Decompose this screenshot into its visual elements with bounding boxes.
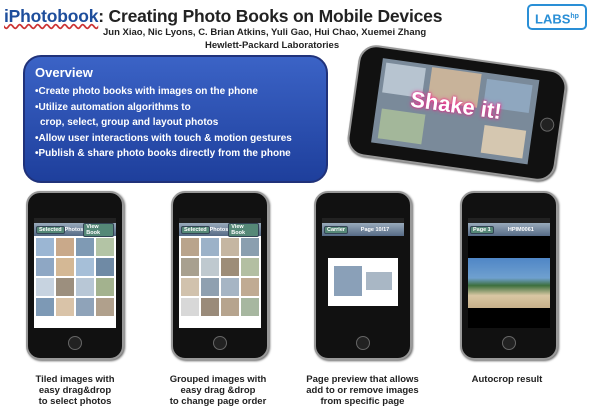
caption-line: from specific page: [320, 396, 405, 407]
photo-tile[interactable]: [181, 238, 199, 256]
photo-tile[interactable]: [76, 258, 94, 276]
home-button[interactable]: [68, 336, 82, 350]
photo-tile[interactable]: [181, 298, 199, 316]
caption-grouped: Grouped images with easy drag &drop to c…: [158, 374, 278, 407]
photo-tile[interactable]: [96, 278, 114, 296]
logo-super: hp: [570, 13, 579, 20]
selected-button[interactable]: Selected: [36, 225, 65, 234]
photo-tile[interactable]: [36, 298, 54, 316]
photo-tile[interactable]: [76, 298, 94, 316]
caption-line: Grouped images with: [169, 374, 267, 385]
nav-title: HPIM0061: [507, 226, 534, 233]
photo-tile[interactable]: [36, 278, 54, 296]
phone-preview: Carrier Page 10/17: [314, 191, 412, 360]
photo-tile[interactable]: [96, 298, 114, 316]
cropped-photo[interactable]: [468, 258, 550, 308]
caption-line: easy drag&drop: [38, 385, 112, 396]
photo-tile[interactable]: [221, 278, 239, 296]
photo-tile[interactable]: [201, 298, 219, 316]
page-preview[interactable]: [328, 258, 398, 306]
home-button[interactable]: [213, 336, 227, 350]
back-button[interactable]: Carrier: [324, 225, 349, 234]
photo-tile[interactable]: [56, 238, 74, 256]
affiliation: Hewlett-Packard Laboratories: [205, 40, 340, 51]
photo-tile[interactable]: [36, 238, 54, 256]
authors: Jun Xiao, Nic Lyons, C. Brian Atkins, Yu…: [103, 27, 427, 38]
view-book-button[interactable]: View Book: [228, 222, 259, 237]
photo-tile[interactable]: [201, 238, 219, 256]
phone-autocrop: Page 1 HPIM0061: [460, 191, 558, 360]
logo-text: LABS: [535, 11, 571, 27]
photo-tile[interactable]: [241, 298, 259, 316]
caption-line: to select photos: [38, 396, 112, 407]
photo-tile[interactable]: [96, 258, 114, 276]
photo-thumb: [377, 108, 426, 145]
phone-grouped: Selected Photos View Book: [171, 191, 269, 360]
photo-tile[interactable]: [76, 238, 94, 256]
photo-tile[interactable]: [221, 258, 239, 276]
photo-tile[interactable]: [96, 238, 114, 256]
photo-tile[interactable]: [56, 278, 74, 296]
photo-grid: [179, 236, 261, 318]
caption-tiled: Tiled images with easy drag&drop to sele…: [20, 374, 130, 407]
photo-thumb: [480, 124, 527, 159]
home-button[interactable]: [356, 336, 370, 350]
page-button[interactable]: Page 1: [470, 225, 494, 234]
overview-heading: Overview: [35, 65, 93, 80]
phone-tiled: Selected Photos View Book: [26, 191, 124, 360]
phone-screen: Page 1 HPIM0061: [468, 218, 550, 328]
photo-tile[interactable]: [36, 258, 54, 276]
phone-screen: Carrier Page 10/17: [322, 218, 404, 328]
preview-photo[interactable]: [334, 266, 362, 296]
page-title: iPhotobook: Creating Photo Books on Mobi…: [4, 6, 442, 27]
overview-line: •Create photo books with images on the p…: [35, 86, 258, 97]
photo-tile[interactable]: [181, 258, 199, 276]
overview-box: Overview •Create photo books with images…: [23, 55, 328, 183]
photo-tile[interactable]: [56, 298, 74, 316]
photo-tile[interactable]: [201, 278, 219, 296]
caption-line: Page preview that allows: [306, 374, 419, 385]
photo-tile[interactable]: [241, 238, 259, 256]
caption-line: Tiled images with: [35, 374, 115, 385]
title-rest: : Creating Photo Books on Mobile Devices: [98, 6, 443, 26]
caption-preview: Page preview that allows add to or remov…: [295, 374, 430, 407]
view-book-button[interactable]: View Book: [83, 222, 114, 237]
shake-phone: Shake it!: [345, 42, 569, 184]
overview-line: •Utilize automation algorithms to: [35, 101, 191, 113]
home-button[interactable]: [539, 116, 556, 133]
photo-tile[interactable]: [181, 278, 199, 296]
nav-bar: Carrier Page 10/17: [322, 223, 404, 236]
nav-title: Photos: [209, 226, 229, 233]
hp-labs-logo: LABShp: [527, 4, 587, 30]
photo-grid: [34, 236, 116, 318]
caption-autocrop: Autocrop result: [455, 374, 559, 385]
shake-screen: Shake it!: [371, 58, 540, 165]
photo-tile[interactable]: [241, 278, 259, 296]
nav-title: Page 10/17: [360, 226, 390, 233]
photo-tile[interactable]: [76, 278, 94, 296]
caption-line: to change page order: [169, 396, 267, 407]
overview-line: •Publish & share photo books directly fr…: [35, 148, 291, 159]
caption-line: add to or remove images: [306, 385, 419, 396]
photo-tile[interactable]: [241, 258, 259, 276]
home-button[interactable]: [502, 336, 516, 350]
nav-bar: Selected Photos View Book: [34, 222, 116, 237]
phone-screen: Selected Photos View Book: [34, 218, 116, 328]
caption-line: easy drag &drop: [180, 385, 256, 396]
preview-photo[interactable]: [366, 272, 392, 290]
overview-line: •Allow user interactions with touch & mo…: [35, 132, 292, 144]
photo-tile[interactable]: [56, 258, 74, 276]
title-brand: iPhotobook: [4, 6, 99, 26]
overview-line: crop, select, group and layout photos: [40, 117, 219, 128]
phone-screen: Selected Photos View Book: [179, 218, 261, 328]
nav-bar: Selected Photos View Book: [179, 222, 261, 237]
nav-title: Photos: [64, 226, 84, 233]
photo-tile[interactable]: [201, 258, 219, 276]
nav-bar: Page 1 HPIM0061: [468, 223, 550, 236]
photo-tile[interactable]: [221, 238, 239, 256]
photo-tile[interactable]: [221, 298, 239, 316]
caption-line: Autocrop result: [471, 374, 543, 385]
selected-button[interactable]: Selected: [181, 225, 210, 234]
